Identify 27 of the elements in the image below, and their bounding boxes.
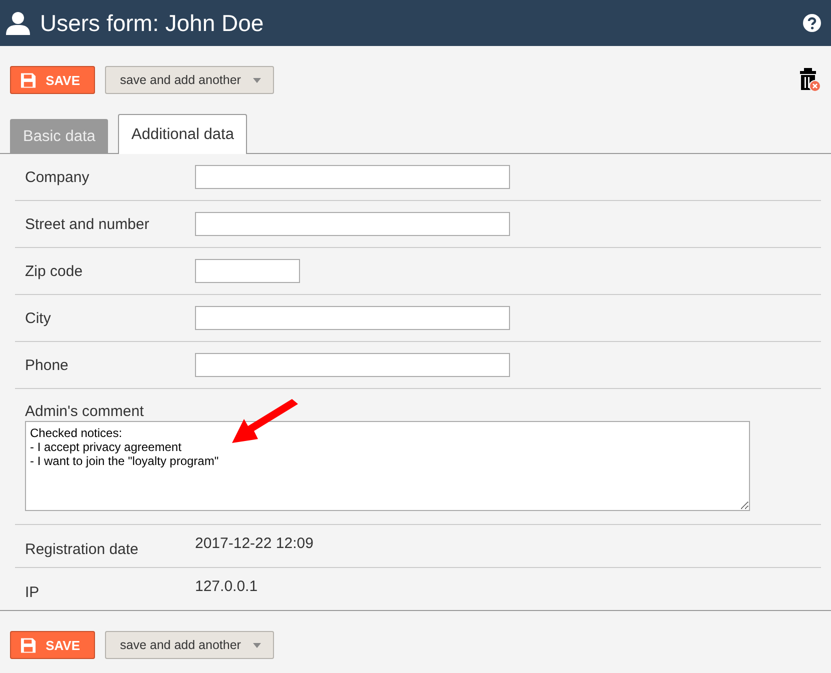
input-field[interactable]: [195, 259, 300, 283]
field-label: Zip code: [25, 262, 84, 280]
save-and-add-another-button[interactable]: save and add another: [105, 631, 274, 659]
floppy-icon: [21, 638, 36, 652]
input-field[interactable]: [195, 306, 510, 330]
floppy-icon: [21, 72, 36, 88]
input-field[interactable]: [195, 212, 510, 236]
field-label: Street and number: [25, 216, 150, 232]
field-label: Phone: [25, 356, 70, 374]
save-and-add-another-button[interactable]: save and add another: [105, 66, 274, 94]
help-icon[interactable]: [803, 14, 821, 32]
field-label: City: [25, 310, 52, 326]
trash-icon[interactable]: [799, 68, 821, 92]
input-field[interactable]: [195, 165, 510, 189]
caret-icon: [252, 642, 261, 648]
field-label: Admin's comment: [25, 403, 145, 420]
comment-field[interactable]: Checked notices: - I accept privacy agreement - I want to join the "loyalty program": [25, 421, 750, 511]
window-title: Users form: John Doe: [40, 10, 265, 36]
user-icon: [6, 11, 30, 35]
field-label: Company: [25, 168, 90, 186]
field-value: 2017-12-22 12:09: [195, 534, 314, 552]
input-field[interactable]: [195, 353, 510, 377]
field-label: IP: [25, 584, 40, 600]
tab[interactable]: Additional data: [118, 114, 247, 154]
field-value: 127.0.0.1: [195, 578, 258, 594]
caret-icon: [252, 78, 261, 82]
field-label: Registration date: [25, 540, 140, 558]
